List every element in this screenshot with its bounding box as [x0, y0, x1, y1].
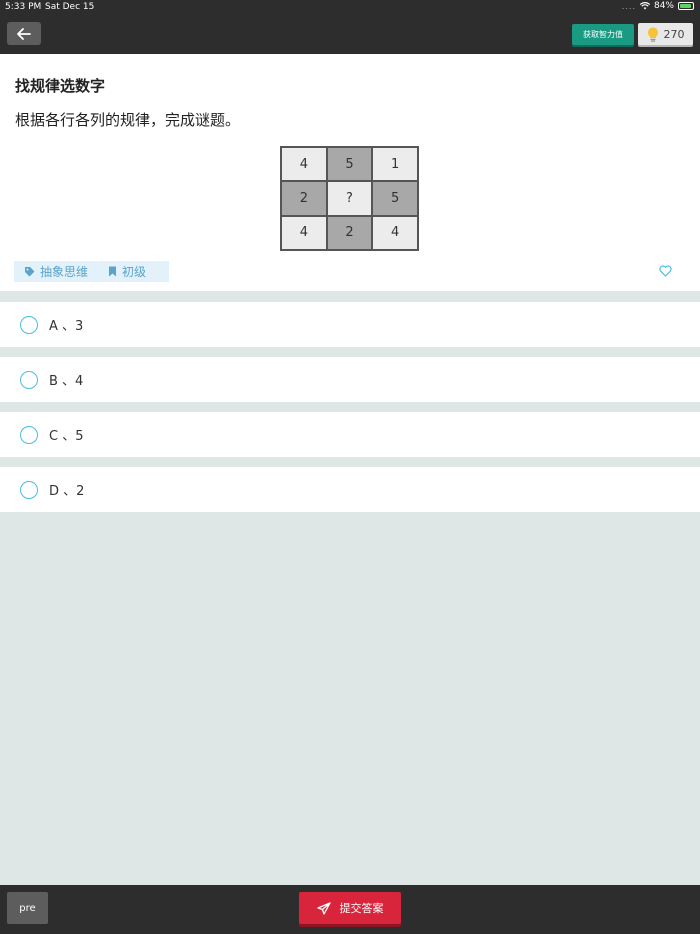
grid-cell: 1	[372, 147, 418, 182]
status-date: Sat Dec 15	[45, 2, 95, 12]
bottom-bar: pre 提交答案	[0, 885, 700, 934]
score-badge[interactable]: 270	[638, 23, 693, 45]
question-title: 找规律选数字	[15, 77, 106, 95]
category-label: 抽象思维	[40, 265, 89, 279]
grid-cell: ?	[326, 181, 373, 216]
grid-cell: 2	[326, 215, 373, 250]
submit-answer-button[interactable]: 提交答案	[299, 892, 401, 924]
bookmark-icon	[109, 266, 117, 277]
submit-label: 提交答案	[339, 902, 384, 915]
option-d[interactable]: D 、2	[0, 467, 700, 512]
radio-button[interactable]	[20, 425, 38, 444]
grid-cell: 4	[281, 215, 327, 250]
heart-icon[interactable]	[659, 265, 672, 277]
grid-cell: 2	[281, 181, 327, 216]
arrow-left-icon	[17, 27, 31, 40]
option-c[interactable]: C 、5	[0, 412, 700, 457]
wifi-icon	[639, 2, 650, 10]
battery-percent: 84%	[653, 1, 674, 11]
option-label: D 、2	[49, 484, 85, 499]
radio-button[interactable]	[20, 480, 38, 499]
back-button[interactable]	[7, 22, 41, 45]
radio-button[interactable]	[20, 370, 38, 389]
tag-icon	[25, 267, 35, 277]
puzzle-grid: 4 5 1 2 ? 5 4 2 4	[280, 146, 419, 251]
question-tags: 抽象思维 初级	[14, 261, 169, 282]
option-a[interactable]: A 、3	[0, 302, 700, 347]
score-value: 270	[663, 27, 685, 41]
battery-icon	[678, 2, 694, 10]
grid-cell: 5	[372, 181, 418, 216]
question-text: 根据各行各列的规律，完成谜题。	[15, 111, 241, 129]
top-bar: 5:33 PM Sat Dec 15 .... 84% 获取智力值 270	[0, 0, 700, 54]
signal-dots-icon: ....	[621, 1, 636, 11]
status-time: 5:33 PM	[5, 2, 42, 12]
send-icon	[316, 901, 331, 915]
grid-cell: 4	[372, 215, 418, 250]
category-tag: 抽象思维	[24, 263, 88, 280]
grid-cell: 4	[281, 147, 327, 182]
option-label: B 、4	[49, 374, 84, 389]
option-label: C 、5	[49, 429, 84, 444]
get-iq-button[interactable]: 获取智力值	[572, 24, 634, 45]
previous-button[interactable]: pre	[7, 892, 48, 924]
option-label: A 、3	[49, 319, 84, 334]
level-tag: 初级	[108, 263, 146, 280]
level-label: 初级	[122, 265, 147, 279]
radio-button[interactable]	[20, 315, 38, 334]
question-card: 找规律选数字 根据各行各列的规律，完成谜题。 4 5 1 2 ? 5 4 2 4…	[0, 54, 700, 291]
lightbulb-icon	[647, 27, 658, 42]
grid-cell: 5	[326, 147, 373, 182]
status-bar: 5:33 PM Sat Dec 15 .... 84%	[0, 0, 700, 14]
option-b[interactable]: B 、4	[0, 357, 700, 402]
